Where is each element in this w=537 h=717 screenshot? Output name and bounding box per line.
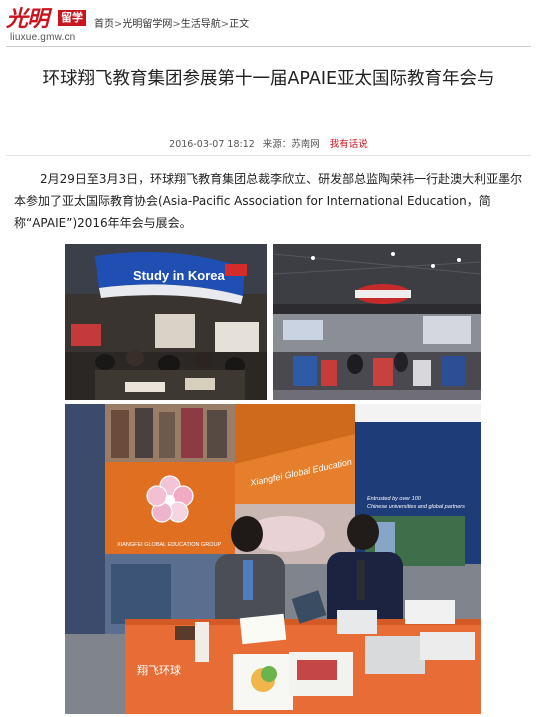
logo-url: liuxue.gmw.cn bbox=[10, 32, 76, 43]
breadcrumb: 首页>光明留学网>生活导航>正文 bbox=[94, 15, 249, 30]
booth-sign: Study in Korea bbox=[133, 268, 226, 283]
brochure-text: 翔飞环球 bbox=[137, 663, 181, 677]
banner-right-line1: Entrusted by over 100 bbox=[367, 496, 422, 502]
article-meta: 2016-03-07 18:12 来源：苏南网 我有话说 bbox=[0, 136, 537, 150]
breadcrumb-life-guide[interactable]: 生活导航 bbox=[181, 19, 221, 30]
article-paragraph: 2月29日至3月3日，环球翔飞教育集团总裁李欣立、研发部总监陶荣祎一行赴澳大利亚… bbox=[14, 172, 523, 230]
photo-exhibition-hall bbox=[273, 244, 481, 400]
photo-xiangfei-booth-meeting: XIANGFEI GLOBAL EDUCATION GROUP Xiangfei… bbox=[65, 404, 481, 714]
comment-link[interactable]: 我有话说 bbox=[330, 139, 368, 150]
breadcrumb-separator: > bbox=[220, 19, 230, 30]
breadcrumb-home[interactable]: 首页 bbox=[94, 19, 114, 30]
banner-right-line2: Chinese universities and global partners bbox=[367, 504, 465, 510]
publish-date: 2016-03-07 18:12 bbox=[169, 139, 255, 150]
photo-study-in-korea-booth-image: Study in Korea bbox=[65, 244, 267, 400]
breadcrumb-current: 正文 bbox=[229, 19, 250, 30]
photo-xiangfei-booth-meeting-image: XIANGFEI GLOBAL EDUCATION GROUP Xiangfei… bbox=[65, 404, 481, 714]
meta-divider bbox=[6, 155, 531, 156]
logo-wordmark: 光明 bbox=[6, 6, 49, 32]
photo-study-in-korea-booth: Study in Korea bbox=[65, 244, 267, 400]
breadcrumb-separator: > bbox=[172, 19, 181, 30]
site-header: 光明 留学 liuxue.gmw.cn 首页>光明留学网>生活导航>正文 bbox=[0, 0, 537, 48]
logo-badge: 留学 bbox=[58, 10, 86, 26]
photo-exhibition-hall-image bbox=[273, 244, 481, 400]
article-source: 来源：苏南网 bbox=[262, 139, 320, 150]
breadcrumb-gmw-study[interactable]: 光明留学网 bbox=[122, 19, 172, 30]
header-divider bbox=[6, 46, 531, 47]
site-logo[interactable]: 光明 留学 liuxue.gmw.cn bbox=[6, 6, 90, 44]
banner-left-text: XIANGFEI GLOBAL EDUCATION GROUP bbox=[117, 542, 222, 548]
article-title: 环球翔飞教育集团参展第十一届APAIE亚太国际教育年会与 bbox=[42, 69, 495, 89]
